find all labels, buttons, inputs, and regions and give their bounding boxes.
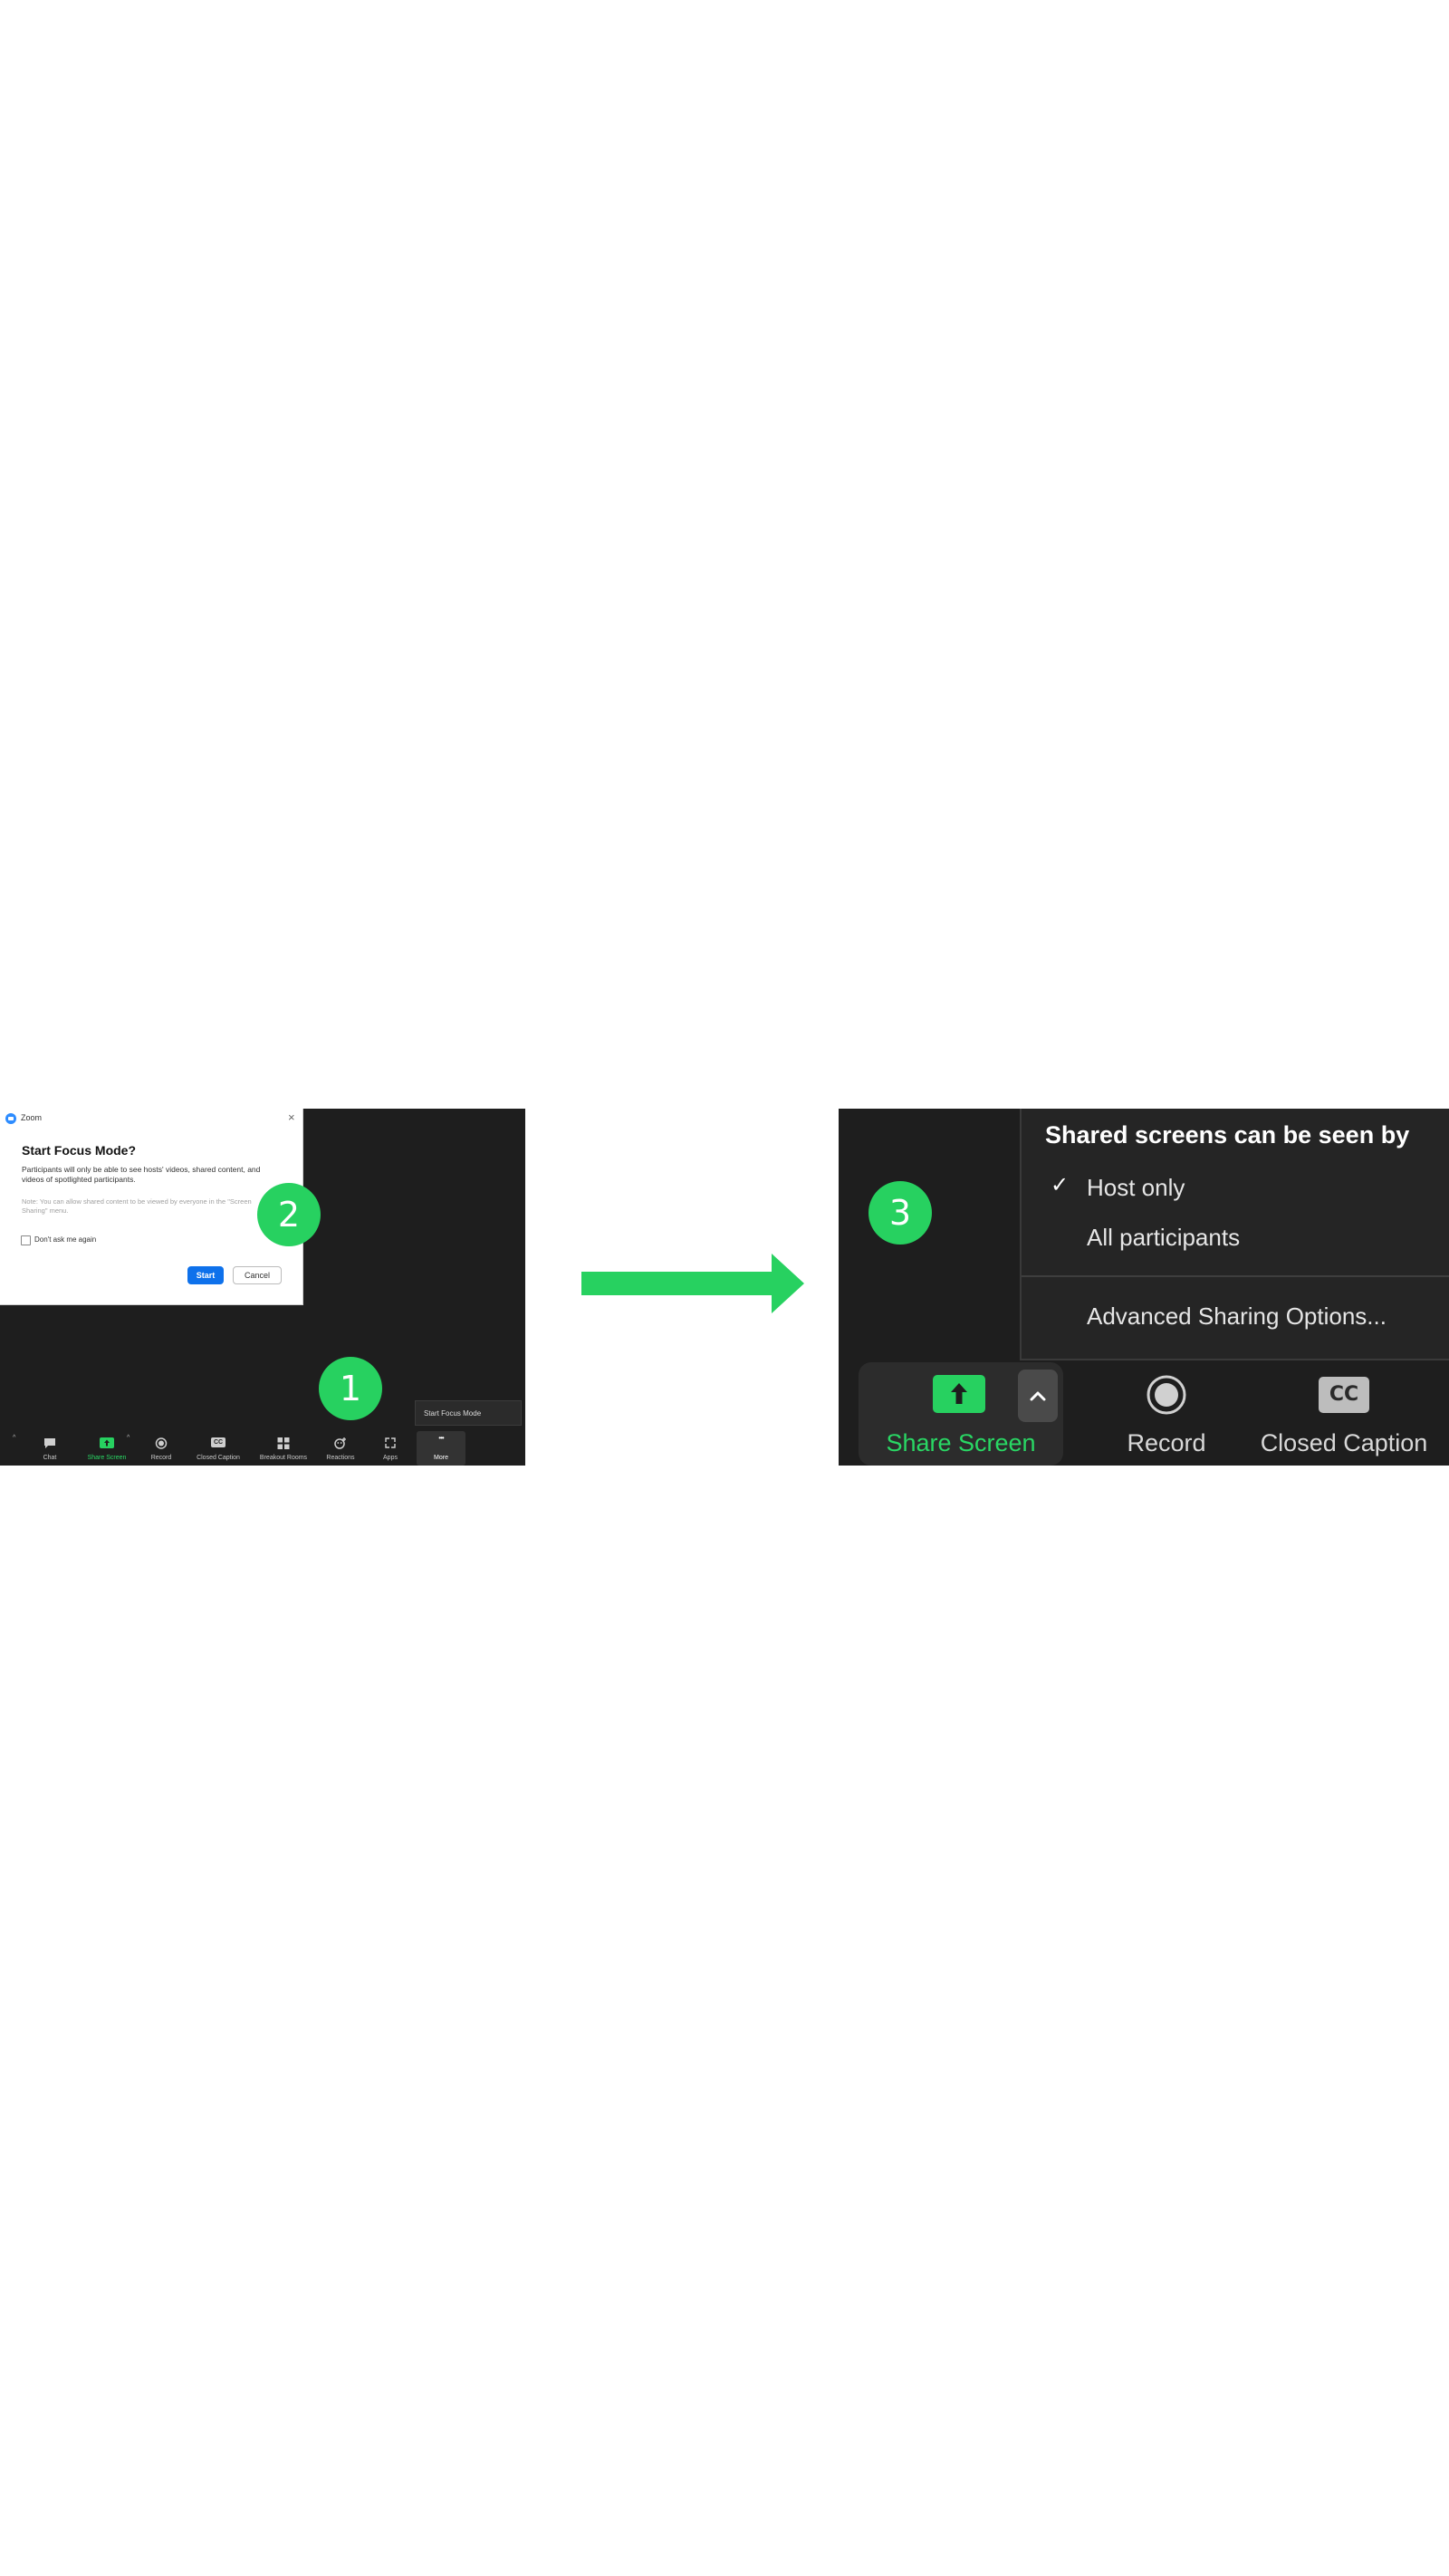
caret-up-icon[interactable]: ^	[13, 1435, 15, 1441]
close-icon[interactable]: ×	[288, 1110, 295, 1125]
share-screen-button[interactable]: Share Screen	[859, 1362, 1063, 1466]
dont-ask-again-checkbox[interactable]	[21, 1235, 31, 1245]
dialog-titlebar: Zoom ×	[0, 1109, 302, 1129]
closed-caption-button[interactable]: CC Closed Caption	[187, 1431, 250, 1466]
chat-icon	[44, 1438, 55, 1448]
cc-icon: CC	[211, 1437, 226, 1447]
reactions-label: Reactions	[326, 1455, 355, 1461]
share-menu-title: Shared screens can be seen by	[1045, 1121, 1410, 1149]
all-participants-option[interactable]: All participants	[1087, 1224, 1240, 1252]
cancel-button[interactable]: Cancel	[233, 1266, 282, 1284]
record-label: Record	[1127, 1429, 1206, 1456]
record-button[interactable]: Record	[143, 1431, 179, 1466]
share-caret-icon[interactable]: ^	[127, 1435, 130, 1441]
right-screenshot-panel: 3 Shared screens can be seen by ✓ Host o…	[839, 1109, 1449, 1466]
more-dropdown-menu: Start Focus Mode	[415, 1400, 522, 1426]
menu-divider	[1022, 1275, 1449, 1277]
meeting-toolbar: ^ Chat Share Screen ^ Record CC Closed C	[0, 1431, 525, 1466]
dialog-app-name: Zoom	[21, 1113, 43, 1122]
apps-button[interactable]: Apps	[375, 1431, 406, 1466]
more-label: More	[434, 1455, 448, 1461]
step-badge-1: 1	[319, 1357, 382, 1420]
closed-caption-label: Closed Caption	[1260, 1429, 1428, 1456]
record-label: Record	[150, 1455, 172, 1461]
closed-caption-label: Closed Caption	[197, 1455, 240, 1461]
closed-caption-button[interactable]: CC Closed Caption	[1244, 1362, 1444, 1466]
chevron-up-icon	[1030, 1391, 1046, 1401]
dont-ask-again-label: Don't ask me again	[34, 1235, 97, 1244]
more-icon: •••	[438, 1434, 444, 1442]
breakout-rooms-label: Breakout Rooms	[259, 1455, 308, 1461]
reactions-button[interactable]: Reactions	[319, 1431, 362, 1466]
share-options-caret-button[interactable]	[1018, 1370, 1058, 1422]
cc-icon: CC	[1319, 1377, 1369, 1413]
step-badge-2: 2	[257, 1183, 321, 1246]
share-screen-icon	[100, 1437, 114, 1448]
dialog-heading: Start Focus Mode?	[22, 1143, 137, 1158]
chat-label: Chat	[43, 1455, 57, 1461]
apps-icon	[385, 1437, 396, 1448]
advanced-sharing-options-item[interactable]: Advanced Sharing Options...	[1087, 1302, 1387, 1331]
start-focus-mode-menu-item[interactable]: Start Focus Mode	[424, 1409, 481, 1418]
record-icon	[1147, 1375, 1186, 1415]
record-button[interactable]: Record	[1089, 1362, 1252, 1466]
reactions-icon	[334, 1437, 346, 1449]
breakout-rooms-icon	[277, 1437, 290, 1449]
left-screenshot-panel: Zoom × Start Focus Mode? Participants wi…	[0, 1109, 525, 1466]
dialog-note-text: Note: You can allow shared content to be…	[22, 1197, 252, 1215]
chat-button[interactable]: Chat	[27, 1431, 72, 1466]
more-button[interactable]: ••• More	[417, 1431, 465, 1466]
share-screen-icon	[933, 1375, 985, 1413]
step-badge-3: 3	[868, 1181, 932, 1245]
check-icon: ✓	[1051, 1173, 1070, 1197]
apps-label: Apps	[383, 1455, 398, 1461]
right-arrow-icon	[581, 1254, 804, 1313]
host-only-option[interactable]: Host only	[1087, 1174, 1185, 1202]
record-icon	[155, 1437, 168, 1449]
share-screen-label: Share Screen	[886, 1429, 1036, 1456]
share-screen-label: Share Screen	[87, 1455, 127, 1461]
share-screen-options-menu: Shared screens can be seen by ✓ Host onl…	[1020, 1109, 1449, 1360]
zoom-logo-icon	[5, 1113, 16, 1124]
dialog-body-text: Participants will only be able to see ho…	[22, 1165, 261, 1184]
breakout-rooms-button[interactable]: Breakout Rooms	[252, 1431, 315, 1466]
start-button[interactable]: Start	[187, 1266, 224, 1284]
